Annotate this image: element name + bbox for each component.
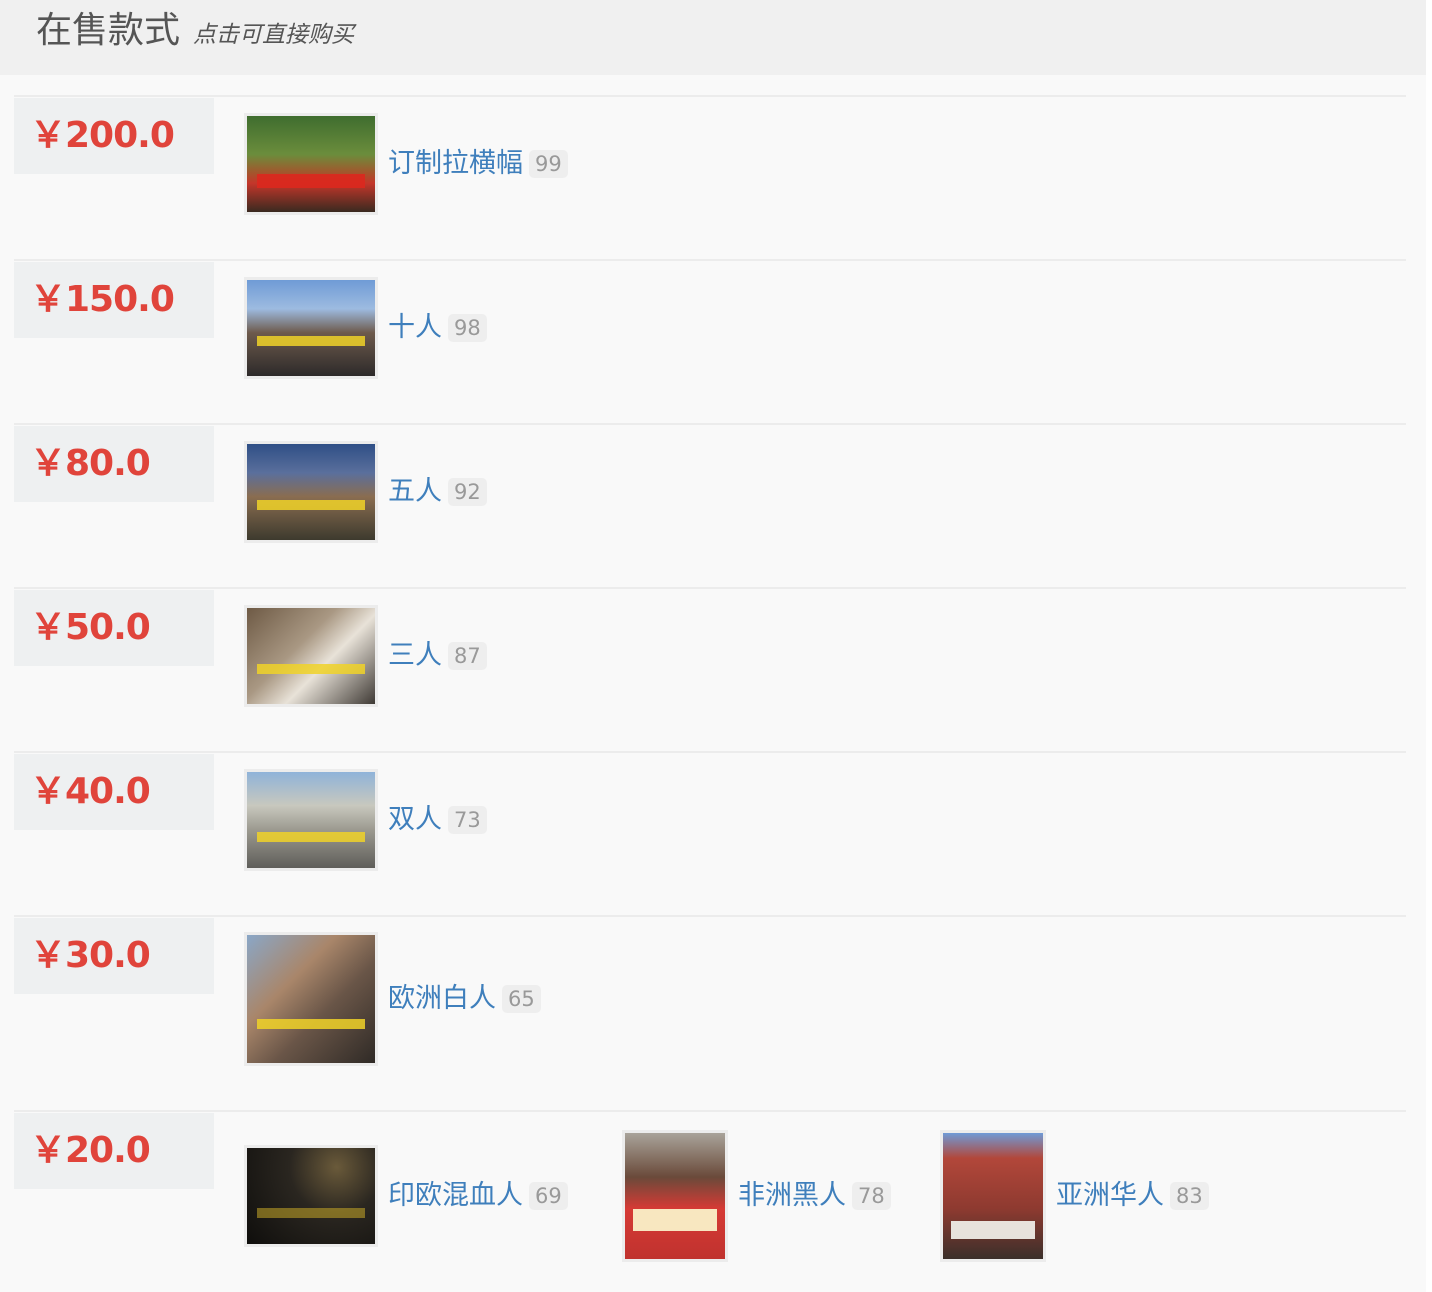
sales-count-badge: 65	[502, 985, 541, 1013]
item-name: 十人	[388, 312, 442, 343]
sales-count-badge: 83	[1170, 1182, 1209, 1210]
item-name: 五人	[388, 476, 442, 507]
item-name: 订制拉横幅	[388, 148, 523, 179]
style-item-ten-people[interactable]: 十人 98	[244, 276, 487, 380]
section-title: 在售款式	[36, 10, 181, 51]
style-item-three-people[interactable]: 三人 87	[244, 604, 487, 708]
product-styles-panel: 在售款式 点击可直接购买 ￥200.0 订制拉横幅 99 ￥150.0 十人 9…	[0, 0, 1426, 1292]
sales-count-badge: 73	[448, 806, 487, 834]
row-divider	[14, 751, 1406, 753]
product-photo	[244, 441, 378, 543]
row-divider	[14, 259, 1406, 261]
product-photo	[244, 769, 378, 871]
style-item-banner[interactable]: 订制拉横幅 99	[244, 112, 568, 216]
product-photo	[244, 1145, 378, 1247]
row-divider	[14, 915, 1406, 917]
product-photo	[244, 113, 378, 215]
row-divider	[14, 587, 1406, 589]
style-item-eurasian[interactable]: 印欧混血人 69	[244, 1144, 568, 1248]
style-item-african[interactable]: 非洲黑人 78	[622, 1130, 891, 1262]
item-name: 双人	[388, 804, 442, 835]
product-photo	[244, 605, 378, 707]
row-divider	[14, 95, 1406, 97]
sales-count-badge: 98	[448, 314, 487, 342]
row-divider	[14, 423, 1406, 425]
sales-count-badge: 69	[529, 1182, 568, 1210]
row-divider	[14, 1110, 1406, 1112]
price-tag: ￥50.0	[14, 590, 214, 666]
style-item-five-people[interactable]: 五人 92	[244, 440, 487, 544]
item-name: 三人	[388, 640, 442, 671]
product-photo	[622, 1130, 728, 1262]
price-tag: ￥30.0	[14, 918, 214, 994]
price-tag: ￥20.0	[14, 1113, 214, 1189]
style-item-two-people[interactable]: 双人 73	[244, 768, 487, 872]
price-tag: ￥150.0	[14, 262, 214, 338]
section-header: 在售款式 点击可直接购买	[0, 0, 1426, 75]
sales-count-badge: 92	[448, 478, 487, 506]
price-tag: ￥40.0	[14, 754, 214, 830]
section-subtitle: 点击可直接购买	[193, 22, 354, 48]
item-name: 印欧混血人	[388, 1180, 523, 1211]
product-photo	[940, 1130, 1046, 1262]
product-photo	[244, 277, 378, 379]
sales-count-badge: 78	[852, 1182, 891, 1210]
price-tag: ￥80.0	[14, 426, 214, 502]
product-photo	[244, 932, 378, 1066]
sales-count-badge: 99	[529, 150, 568, 178]
style-item-european[interactable]: 欧洲白人 65	[244, 932, 541, 1066]
style-item-asian[interactable]: 亚洲华人 83	[940, 1130, 1209, 1262]
item-name: 欧洲白人	[388, 983, 496, 1014]
sales-count-badge: 87	[448, 642, 487, 670]
item-name: 非洲黑人	[738, 1180, 846, 1211]
item-name: 亚洲华人	[1056, 1180, 1164, 1211]
price-tag: ￥200.0	[14, 98, 214, 174]
